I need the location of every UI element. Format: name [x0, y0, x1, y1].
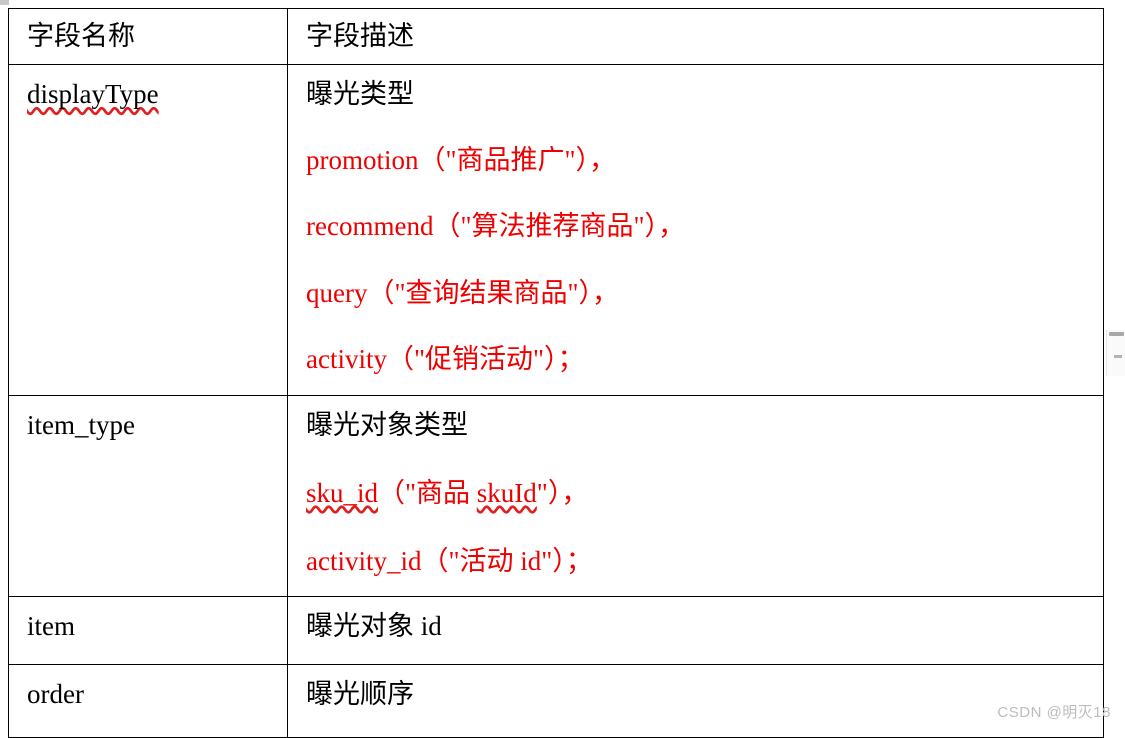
description-title: 曝光对象 id — [306, 611, 442, 641]
description-title: 曝光类型 — [306, 79, 414, 109]
field-name-cell-displaytype: displayType — [8, 64, 288, 396]
enum-value-list: promotion（"商品推广"）， recommend（"算法推荐商品"）， … — [306, 145, 1085, 374]
field-name-text: displayType — [27, 79, 159, 109]
enum-value-promotion: promotion（"商品推广"）， — [306, 145, 617, 176]
description-title: 曝光顺序 — [306, 679, 414, 709]
enum-text-tail: "）， — [536, 478, 589, 509]
field-description-cell-displaytype: 曝光类型 promotion（"商品推广"）， recommend（"算法推荐商… — [287, 64, 1104, 396]
enum-value-list: sku_id（"商品 skuId"）， activity_id（"活动 id"）… — [306, 478, 1085, 576]
field-name-cell-item: item — [8, 596, 288, 665]
table-header-row: 字段名称 字段描述 — [8, 8, 1104, 65]
corner-artifact — [0, 0, 9, 5]
enum-token-skuid: skuId — [476, 478, 537, 509]
enum-value-query: query（"查询结果商品"）， — [306, 277, 620, 308]
field-name-item: item — [27, 611, 75, 641]
table-row: order 曝光顺序 — [8, 664, 1104, 738]
enum-value-recommend: recommend（"算法推荐商品"）， — [306, 211, 685, 242]
header-cell-field-description: 字段描述 — [287, 8, 1104, 65]
field-name-order: order — [27, 679, 84, 709]
field-description-cell-item-type: 曝光对象类型 sku_id（"商品 skuId"）， activity_id（"… — [287, 395, 1104, 597]
table-row: displayType 曝光类型 promotion（"商品推广"）， reco… — [8, 64, 1104, 396]
field-name-displaytype: displayType — [27, 79, 269, 109]
enum-value-activity-id: activity_id（"活动 id"）； — [306, 546, 593, 577]
field-definition-table: 字段名称 字段描述 displayType 曝光类型 promotion（"商品… — [8, 8, 1104, 738]
enum-value-sku-id: sku_id（"商品 skuId"）， — [306, 478, 1085, 508]
scrollbar-grip-mark — [1114, 355, 1122, 358]
enum-token-sku-id: sku_id — [306, 478, 379, 509]
scrollbar-fragment[interactable] — [1106, 330, 1125, 376]
field-name-cell-item-type: item_type — [8, 395, 288, 597]
scrollbar-thumb-cap[interactable] — [1109, 332, 1124, 336]
table-row: item 曝光对象 id — [8, 596, 1104, 665]
field-description-cell-item: 曝光对象 id — [287, 596, 1104, 665]
field-name-cell-order: order — [8, 664, 288, 738]
field-description-cell-order: 曝光顺序 — [287, 664, 1104, 738]
header-cell-field-name: 字段名称 — [8, 8, 288, 65]
header-label-field-name: 字段名称 — [27, 21, 135, 51]
header-label-field-description: 字段描述 — [306, 21, 414, 51]
table-row: item_type 曝光对象类型 sku_id（"商品 skuId"）， act… — [8, 395, 1104, 597]
csdn-watermark: CSDN @明灭18 — [997, 704, 1111, 721]
enum-text-mid: （"商品 — [378, 478, 477, 509]
description-title: 曝光对象类型 — [306, 410, 468, 440]
enum-value-activity: activity（"促销活动"）； — [306, 343, 585, 374]
field-name-item-type: item_type — [27, 410, 135, 440]
